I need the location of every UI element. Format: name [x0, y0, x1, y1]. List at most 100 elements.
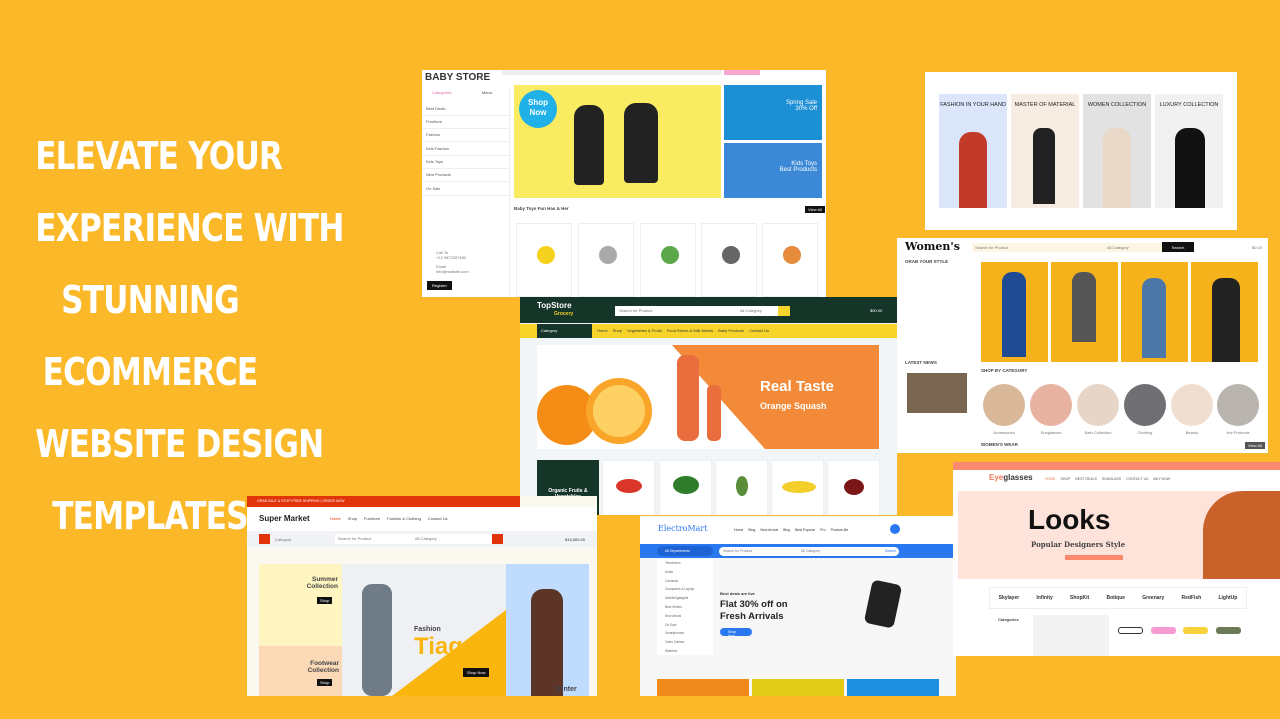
promo-kids-toys[interactable]: Kids Toys Best Products [724, 143, 822, 198]
brand-logo[interactable]: Botique [1106, 595, 1125, 601]
nav-link[interactable]: Best Popular [795, 528, 815, 532]
category-circle[interactable] [983, 384, 1025, 426]
nav-link[interactable]: Home [734, 528, 743, 532]
nav-link[interactable]: Blog [748, 528, 755, 532]
cart-total[interactable]: $0.00 [1252, 245, 1262, 250]
nav-link[interactable]: Blog [783, 528, 790, 532]
shop-button[interactable]: Shop [317, 597, 333, 604]
menu-item[interactable]: Fashion [422, 128, 509, 142]
category-dropdown[interactable]: Category [275, 537, 291, 542]
brand-logo[interactable]: RedFish [1182, 595, 1202, 601]
search-input[interactable]: Search for Product All Category Search [719, 547, 899, 556]
nav-link[interactable]: Fashion & Clothing [387, 516, 421, 521]
search-button[interactable] [492, 534, 503, 544]
deal-label: Best deals are live [720, 591, 755, 596]
menu-item[interactable]: Audio [665, 568, 713, 577]
menu-item[interactable]: Mobiles/gadgets [665, 594, 713, 603]
nav-link[interactable]: Product-life [831, 528, 849, 532]
nav-link[interactable]: Food Stores & Milk Needs [667, 328, 713, 333]
tab-categories[interactable]: Categories [432, 90, 451, 95]
menu-item[interactable]: New Arrival [665, 612, 713, 621]
nav-link[interactable]: Furniture [364, 516, 380, 521]
nav-link[interactable]: SUNGLASS [1102, 477, 1121, 481]
brand-logo[interactable]: Greenary [1142, 595, 1164, 601]
menu-item[interactable]: Computers & Laptop [665, 585, 713, 594]
product-card[interactable] [701, 223, 757, 297]
product-card[interactable] [659, 460, 712, 515]
hero-banner[interactable]: Looks Popular Designers Style [958, 491, 1280, 579]
nav-link[interactable]: Home [330, 516, 341, 521]
menu-item[interactable]: Furniture [422, 115, 509, 129]
menu-item[interactable]: On Sale [665, 621, 713, 630]
nav-link[interactable]: Contact Us [749, 328, 769, 333]
nav-link[interactable]: New Arrival [760, 528, 778, 532]
nav-link[interactable]: BUY NOW [1153, 477, 1170, 481]
nav-link[interactable]: Shop [348, 516, 357, 521]
menu-item[interactable]: Best Deals [422, 102, 509, 116]
product-card[interactable] [578, 223, 634, 297]
product-card[interactable] [771, 460, 824, 515]
nav-link[interactable]: Contact Us [428, 516, 448, 521]
menu-item[interactable]: Video Games [665, 638, 713, 647]
headline-line: TEMPLATES [52, 494, 248, 538]
hero-banner[interactable]: Real Taste Orange Squash [537, 345, 879, 449]
nav-link[interactable]: Baby Products [718, 328, 744, 333]
menu-item[interactable]: Cameras [665, 577, 713, 586]
brand-logo[interactable]: Skylayer [999, 595, 1020, 601]
menu-item[interactable]: On Sale [422, 182, 509, 196]
promo-spring-sale[interactable]: Spring Sale 30% Off [724, 85, 822, 140]
nav-link[interactable]: Vegetables & Fruits [627, 328, 662, 333]
view-all-button[interactable]: View All [1245, 442, 1265, 449]
tab-menu[interactable]: Menu [482, 90, 492, 95]
product-card[interactable] [640, 223, 696, 297]
brand-logo[interactable]: Infinity [1036, 595, 1052, 601]
product-card[interactable] [762, 223, 818, 297]
menu-item[interactable]: Smartphones [665, 629, 713, 638]
nav-link[interactable]: Home [597, 328, 608, 333]
nav-link[interactable]: Shop [613, 328, 622, 333]
product-card[interactable] [516, 223, 572, 297]
cart-total[interactable]: $15,569.00 [565, 537, 585, 542]
menu-item[interactable]: Televisions [665, 559, 713, 568]
category-circle[interactable] [1171, 384, 1213, 426]
menu-button[interactable] [259, 534, 270, 544]
search-button[interactable]: Search [1162, 242, 1194, 252]
nav-link[interactable]: HOME [1045, 477, 1056, 481]
logo: ElectroMart [658, 524, 708, 533]
departments-button[interactable]: All Departments [657, 546, 713, 556]
search-button[interactable] [778, 306, 790, 316]
menu-item[interactable]: Kids Fashion [422, 142, 509, 156]
category-button[interactable]: Category [537, 324, 592, 338]
category-circle[interactable] [1077, 384, 1119, 426]
brand-logo[interactable]: ShopKit [1070, 595, 1089, 601]
register-button[interactable]: Register [427, 281, 452, 290]
menu-item[interactable]: New Products [422, 168, 509, 182]
shop-now-button[interactable]: Shop Now [720, 628, 752, 638]
product-card[interactable] [602, 460, 655, 515]
menu-item[interactable]: Best Sellers [665, 603, 713, 612]
category-circle[interactable] [1217, 384, 1259, 426]
product-card[interactable] [827, 460, 880, 515]
category-circle[interactable] [1030, 384, 1072, 426]
search-input[interactable]: Search for Product All Category [972, 243, 1162, 252]
category-circle[interactable] [1124, 384, 1166, 426]
nav-link[interactable]: SHOP [1061, 477, 1071, 481]
shop-now-badge[interactable]: Shop Now [519, 90, 557, 128]
cart-total[interactable]: $00.00 [870, 308, 882, 313]
menu-item[interactable]: Kids Toys [422, 155, 509, 169]
category-label: Beauty [1185, 430, 1199, 435]
shop-button[interactable]: Shop [317, 679, 333, 686]
nav-link[interactable]: BEST DEALS [1075, 477, 1097, 481]
menu-item[interactable]: Watches [665, 647, 713, 656]
view-all-button[interactable]: View All [805, 206, 825, 213]
search-input[interactable]: Search for Product All Category [615, 306, 790, 316]
headline-line: WEBSITE DESIGN [35, 422, 324, 466]
search-input[interactable]: Search for Product All Category [335, 534, 495, 544]
shop-now-button[interactable]: Shop Now [463, 668, 490, 677]
nav-link[interactable]: CONTACT US [1126, 477, 1148, 481]
electromart-screenshot: ElectroMart Home Blog New Arrival Blog Best … [640, 516, 956, 696]
hero-banner[interactable]: Shop Now [514, 85, 721, 198]
product-card[interactable] [715, 460, 768, 515]
brand-logo[interactable]: LightUp [1218, 595, 1237, 601]
nav-link[interactable]: Pro [820, 528, 825, 532]
